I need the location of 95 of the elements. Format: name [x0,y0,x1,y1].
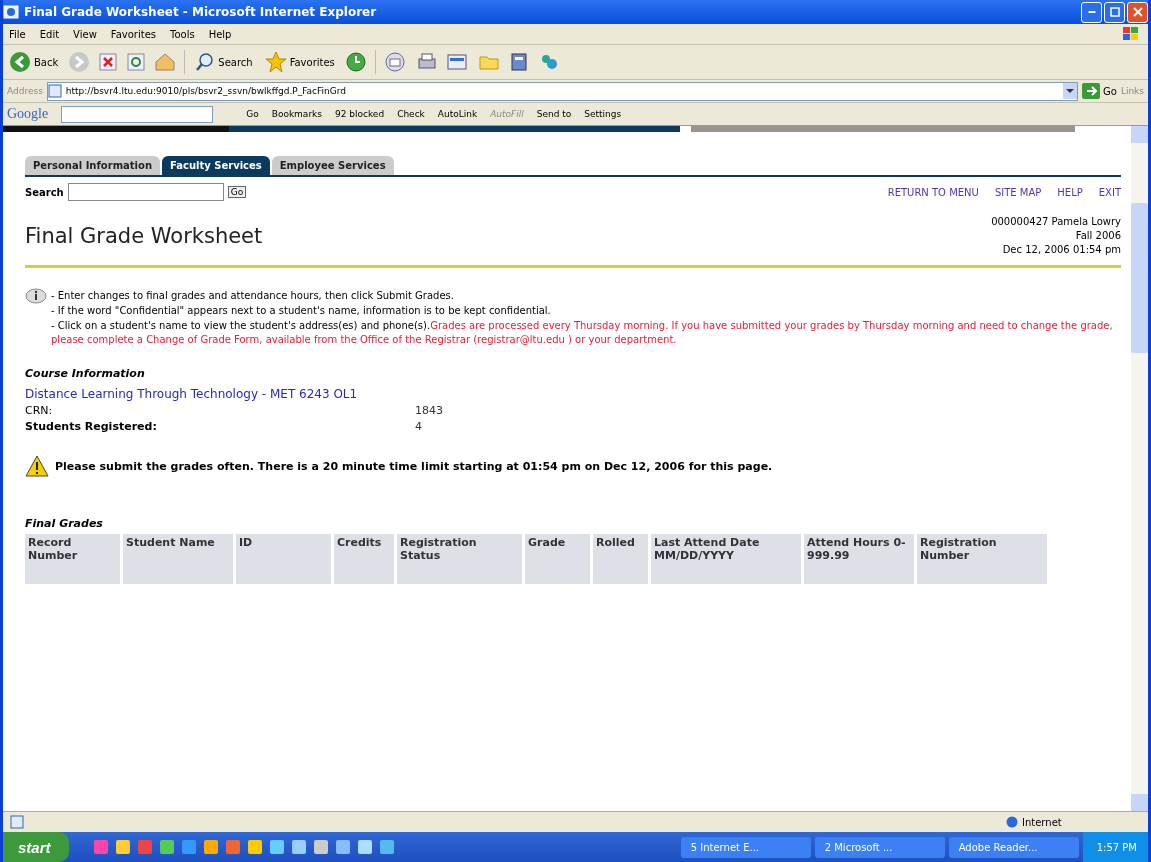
toolbar-item[interactable]: 92 blocked [335,109,385,119]
quick-launch-icon[interactable] [92,839,109,855]
column-header: Rolled [593,534,648,584]
minimize-button[interactable] [1081,1,1102,23]
quick-launch-icon[interactable] [180,839,197,855]
browser-icon [3,4,19,20]
quick-launch-icon[interactable] [334,839,351,855]
toolbar-item[interactable]: Bookmarks [271,109,322,119]
instruction-text: - Enter changes to final grades and attendance hours, then click Submit Grades. [51,289,455,303]
info-icon [25,288,47,304]
search-button[interactable]: Search [193,52,255,72]
tab[interactable]: Faculty Services [162,156,270,175]
taskbar-button[interactable]: 2 Microsoft ... [814,836,945,858]
search-field[interactable] [67,183,224,201]
search-icon [195,52,216,72]
dropdown-icon [1063,83,1077,99]
home-icon[interactable] [154,52,177,72]
quick-launch-icon[interactable] [202,839,219,855]
close-button[interactable] [1127,1,1148,23]
menu-item[interactable]: Edit [39,28,60,40]
quick-launch-icon[interactable] [356,839,373,855]
section-heading: Course Information [25,367,146,380]
field-label: CRN: [25,404,54,417]
star-icon [264,51,287,73]
minimize-icon [1087,11,1096,13]
warning-text: Please submit the grades often. There is a 20 minute time limit starting at 01:54 pm on Dec 12, 2006 for this page. [55,459,773,473]
nav-link[interactable]: SITE MAP [994,186,1042,198]
quick-launch-icon[interactable] [224,839,241,855]
google-search-field[interactable] [61,105,214,123]
back-button[interactable]: Back [7,51,61,73]
page-icon [9,815,25,829]
nav-link[interactable]: HELP [1057,186,1083,198]
maximize-button[interactable] [1104,1,1125,23]
field-label: Students Registered: [25,420,158,433]
course-title-link[interactable]: Distance Learning Through Technology - MET 6243 OL1 [25,387,1121,401]
user-info-text: 000000427 Pamela Lowry [991,215,1121,229]
column-header: Registration Number [917,534,1047,584]
nav-link[interactable]: EXIT [1098,186,1121,198]
column-header: Attend Hours 0-999.99 [804,534,914,584]
tab[interactable]: Personal Information [25,156,160,175]
quick-launch-icon[interactable] [268,839,285,855]
column-header: Last Attend Date MM/DD/YYYY [651,534,801,584]
quick-launch-icon[interactable] [290,839,307,855]
column-header: Record Number [25,534,120,584]
column-header: Student Name [123,534,233,584]
stop-icon[interactable] [98,52,119,72]
history-icon[interactable] [344,51,367,73]
toolbar-item[interactable]: Send to [536,109,572,119]
user-info-text: Dec 12, 2006 01:54 pm [1002,243,1121,257]
column-header: Credits [334,534,394,584]
address-label: Address [7,86,43,96]
menu-item[interactable]: View [73,28,97,40]
section-heading: Final Grades [25,517,104,530]
start-button[interactable]: start [3,832,69,862]
instruction-text: - Click on a student's name to view the student's address(es) and phone(s).Grades are processed every Thursday morning. If you have submitted your grades by Thursday morning and need to change the grade, please complete a Change of Grade Form, available from the Office of the Registrar (registrar@ltu.edu ) or your department. [51,319,1114,347]
menu-item[interactable]: Favorites [110,28,156,40]
maximize-icon [1109,7,1120,17]
quick-launch-icon[interactable] [114,839,131,855]
quick-launch-icon[interactable] [158,839,175,855]
favorites-button[interactable]: Favorites [262,51,337,73]
close-icon [1132,7,1143,17]
scrollbar[interactable] [1131,126,1148,811]
page-title: Final Grade Worksheet [25,224,263,248]
warning-icon [25,455,49,477]
go-button[interactable]: Go [1082,83,1117,99]
toolbar-item[interactable]: Go [246,109,259,119]
tab[interactable]: Employee Services [271,156,394,175]
field-value: 4 [415,420,422,433]
toolbar-item[interactable]: AutoLink [437,109,478,119]
page-icon [47,84,62,98]
taskbar-button[interactable]: 5 Internet E... [680,836,811,858]
toolbar-item[interactable]: Settings [584,109,622,119]
menu-item[interactable]: Tools [170,28,195,40]
globe-icon [1006,816,1018,828]
column-header: ID [236,534,331,584]
status-zone: Internet [1022,816,1063,828]
menu-item[interactable]: File [9,28,26,40]
field-value: 1843 [415,404,443,417]
column-header: Registration Status [397,534,522,584]
go-button[interactable]: Go [227,186,247,198]
google-logo: Google [7,106,49,122]
search-label: Search [25,186,64,198]
quick-launch-icon[interactable] [246,839,263,855]
taskbar-button[interactable]: Adobe Reader... [948,836,1079,858]
instruction-text: - If the word "Confidential" appears next to a student's name, information is to be kept confidential. [51,304,552,318]
user-info-text: Fall 2006 [1075,229,1121,243]
window-title: Final Grade Worksheet - Microsoft Internet Explorer [24,5,377,19]
menu-item[interactable]: Help [208,28,232,40]
toolbar-item[interactable]: Check [397,109,425,119]
clock: 1:57 PM [1082,832,1148,862]
nav-link[interactable]: RETURN TO MENU [887,186,979,198]
quick-launch-icon[interactable] [312,839,329,855]
column-header: Grade [525,534,590,584]
address-field[interactable]: http://bsvr4.ltu.edu:9010/pls/bsvr2_ssvn/bwlkffgd.P_FacFinGrd [46,81,1078,101]
quick-launch-icon[interactable] [378,839,395,855]
